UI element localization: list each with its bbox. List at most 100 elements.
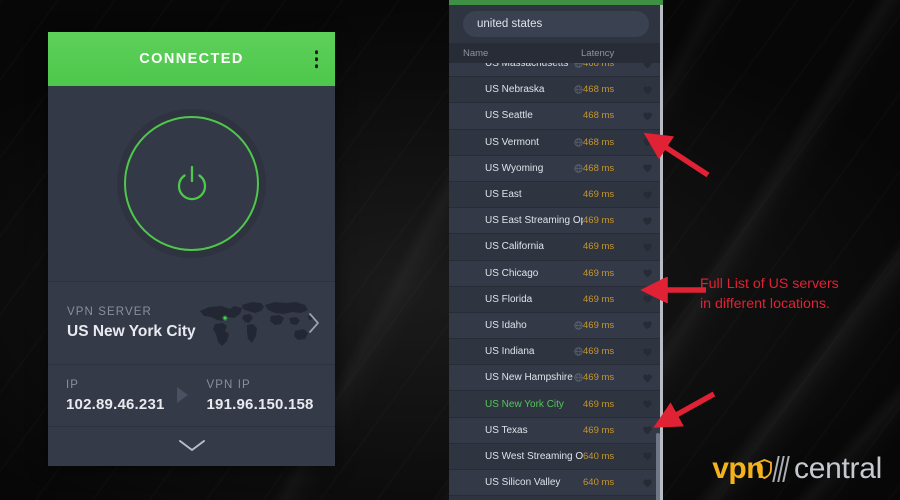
server-latency: 469 ms — [583, 319, 615, 331]
server-name: US Massachusetts — [485, 63, 569, 70]
globe-icon — [574, 85, 583, 94]
expand-panel-button[interactable] — [48, 427, 335, 464]
vpn-server-selector[interactable]: VPN SERVER US New York City — [48, 282, 335, 365]
server-latency: 468 ms — [583, 136, 615, 148]
annotation-line-1: Full List of US servers — [700, 276, 839, 292]
annotation-line-2: in different locations. — [700, 296, 830, 312]
server-list-item[interactable]: US Massachusetts 468 ms — [449, 63, 663, 78]
kebab-dot — [314, 57, 318, 61]
server-list-item[interactable]: US Vermont 468 ms — [449, 129, 663, 156]
favorite-toggle[interactable] — [633, 242, 653, 252]
server-latency: 468 ms — [583, 84, 615, 96]
power-toggle-button[interactable] — [124, 116, 259, 251]
server-name: US Idaho — [485, 319, 527, 331]
server-name: US Texas — [485, 424, 528, 436]
red-arrow-icon — [643, 132, 710, 178]
server-name: US East Streaming Optimiz… — [485, 215, 583, 227]
red-arrow-icon — [640, 277, 706, 303]
server-list-item[interactable]: US Wyoming 468 ms — [449, 155, 663, 182]
server-list-item[interactable]: US Texas 469 ms — [449, 417, 663, 444]
heart-icon — [643, 243, 652, 252]
heart-icon — [643, 452, 652, 461]
favorite-toggle[interactable] — [633, 111, 653, 121]
heart-icon — [643, 321, 652, 330]
server-list-item[interactable]: US Nebraska 468 ms — [449, 77, 663, 104]
favorite-toggle[interactable] — [633, 451, 653, 461]
vpn-client-panel: CONNECTED VPN SERVER US New York City IP… — [48, 32, 335, 466]
heart-icon — [643, 374, 652, 383]
kebab-dot — [314, 50, 318, 54]
shield-icon — [757, 459, 772, 479]
server-name: US Florida — [485, 293, 533, 305]
favorite-toggle[interactable] — [633, 85, 653, 95]
heart-icon — [643, 479, 652, 487]
server-list-item[interactable]: US Chicago 469 ms — [449, 260, 663, 287]
kebab-menu-icon[interactable] — [312, 47, 322, 71]
server-latency: 640 ms — [583, 477, 615, 489]
server-list-item[interactable]: US East 469 ms — [449, 181, 663, 209]
chevron-down-icon — [178, 440, 205, 451]
favorite-toggle[interactable] — [633, 320, 653, 330]
server-list-item[interactable]: US Idaho 469 ms — [449, 312, 663, 340]
favorite-toggle[interactable] — [633, 216, 653, 226]
logo-text-central: central — [794, 452, 882, 485]
server-latency: 468 ms — [583, 63, 615, 70]
vpn-ip-block: VPN IP 191.96.150.158 — [188, 379, 318, 413]
power-button-zone — [48, 86, 335, 282]
globe-icon — [574, 321, 583, 330]
server-latency: 469 ms — [583, 215, 615, 227]
server-latency: 469 ms — [583, 346, 615, 358]
server-list-item[interactable]: US California 469 ms — [449, 234, 663, 261]
heart-icon — [643, 86, 652, 95]
globe-icon — [574, 63, 583, 68]
server-name: US West Streaming Optimiz… — [485, 450, 583, 462]
server-list-item[interactable]: US Silicon Valley 640 ms — [449, 470, 663, 497]
server-list-item[interactable]: US New York City 469 ms — [449, 391, 663, 418]
server-rows-viewport: US Massachusetts 468 ms US Nebraska 468 ms U… — [449, 63, 663, 500]
favorite-toggle[interactable] — [633, 190, 653, 200]
heart-icon — [643, 348, 652, 356]
vpn-status-header: CONNECTED — [48, 32, 335, 86]
server-list-panel: united states Name Latency US Massachuse… — [449, 0, 663, 500]
search-zone: united states — [449, 5, 663, 43]
power-icon — [177, 165, 206, 200]
favorite-toggle[interactable] — [633, 347, 653, 357]
server-name: US Nebraska — [485, 84, 545, 96]
server-latency: 469 ms — [583, 293, 615, 305]
favorite-toggle[interactable] — [633, 478, 653, 488]
search-input[interactable]: united states — [463, 11, 649, 37]
local-ip-block: IP 102.89.46.231 — [66, 379, 177, 413]
vpn-ip-value: 191.96.150.158 — [206, 395, 314, 413]
server-list-item[interactable]: US Seattle 468 ms — [449, 103, 663, 130]
server-rows: US Massachusetts 468 ms US Nebraska 468 ms U… — [449, 63, 663, 497]
server-latency: 468 ms — [583, 110, 615, 122]
server-list-header: Name Latency — [449, 43, 663, 63]
favorite-toggle[interactable] — [633, 63, 653, 69]
server-list-item[interactable]: US Indiana 469 ms — [449, 339, 663, 366]
chevron-right-icon — [309, 313, 319, 333]
server-latency: 469 ms — [583, 372, 615, 384]
globe-icon — [574, 373, 583, 382]
server-name: US Silicon Valley — [485, 477, 561, 489]
server-latency: 468 ms — [583, 162, 615, 174]
server-location-dot — [223, 316, 227, 320]
ip-value: 102.89.46.231 — [66, 395, 165, 413]
favorite-toggle[interactable] — [633, 373, 653, 383]
vpn-server-label: VPN SERVER — [67, 305, 152, 318]
vpn-server-value: US New York City — [67, 322, 196, 340]
server-latency: 469 ms — [583, 241, 615, 253]
ip-info-row: IP 102.89.46.231 VPN IP 191.96.150.158 — [48, 365, 335, 427]
connection-status-label: CONNECTED — [139, 51, 244, 67]
server-latency: 469 ms — [583, 189, 615, 201]
server-latency: 469 ms — [583, 398, 615, 410]
heart-icon — [643, 190, 652, 199]
red-arrow-icon — [653, 391, 716, 428]
server-list-item[interactable]: US East Streaming Optimiz…469 ms — [449, 208, 663, 235]
server-list-item[interactable]: US New Hampshire 469 ms — [449, 365, 663, 392]
server-list-item[interactable]: US Florida 469 ms — [449, 286, 663, 313]
server-latency: 640 ms — [583, 450, 615, 462]
globe-icon — [574, 138, 583, 147]
server-list-item[interactable]: US West Streaming Optimiz…640 ms — [449, 443, 663, 470]
search-input-value: united states — [477, 18, 543, 30]
annotation-text: Full List of US servers in different loc… — [700, 274, 896, 314]
